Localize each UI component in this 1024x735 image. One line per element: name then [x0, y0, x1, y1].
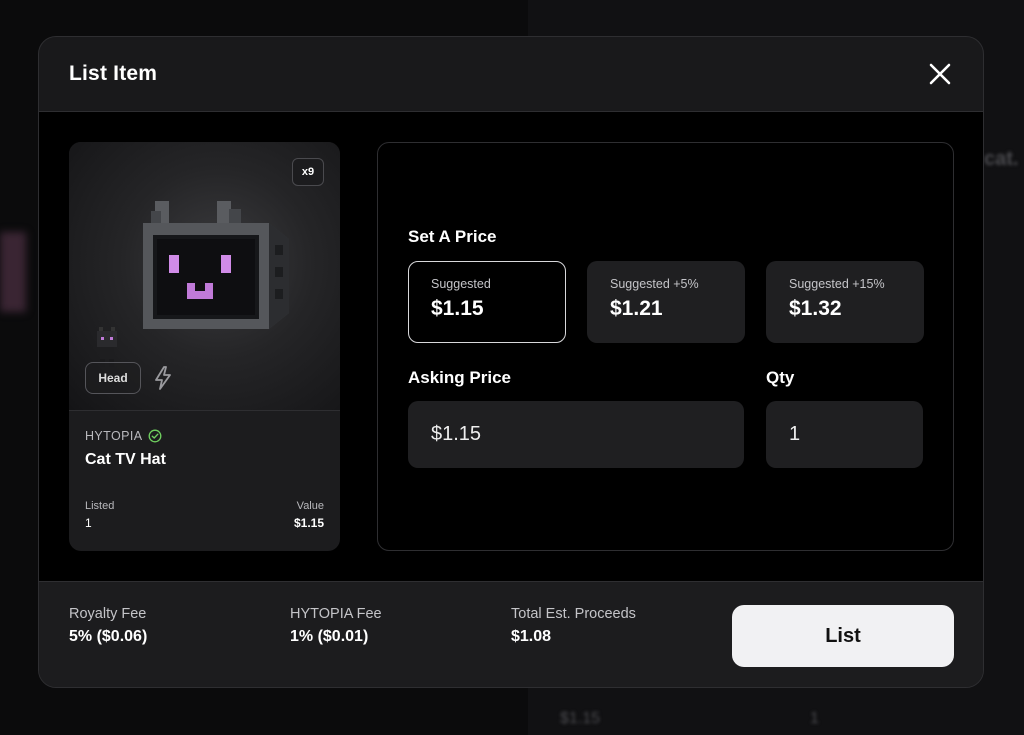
modal-footer: Royalty Fee 5% ($0.06) HYTOPIA Fee 1% ($… [39, 581, 983, 687]
royalty-fee: Royalty Fee 5% ($0.06) [69, 606, 147, 646]
price-panel: Set A Price Suggested $1.15 Suggested +5… [377, 142, 954, 551]
asking-price-label: Asking Price [408, 368, 511, 387]
item-card: x9 Head HYTOPIA Cat TV Hat Listed 1 Valu… [69, 142, 340, 551]
background-accent [0, 232, 26, 312]
background-text: 1 [810, 710, 819, 727]
platform-fee-label: HYTOPIA Fee [290, 606, 382, 622]
suggestion-price: $1.21 [610, 297, 663, 320]
total-proceeds-label: Total Est. Proceeds [511, 606, 636, 622]
value-stat: Value $1.15 [294, 500, 324, 530]
suggested-plus-5-button[interactable]: Suggested +5% $1.21 [587, 261, 745, 343]
suggestion-price: $1.32 [789, 297, 842, 320]
modal-title: List Item [69, 62, 158, 85]
royalty-fee-label: Royalty Fee [69, 606, 147, 622]
asking-price-input[interactable]: $1.15 [408, 401, 744, 468]
modal-header: List Item [39, 37, 983, 112]
brand-row: HYTOPIA [85, 429, 324, 443]
listed-label: Listed [85, 500, 115, 512]
suggestion-label: Suggested +5% [610, 277, 699, 291]
suggestion-price: $1.15 [431, 297, 484, 320]
suggested-plus-15-button[interactable]: Suggested +15% $1.32 [766, 261, 924, 343]
item-name: Cat TV Hat [85, 451, 166, 468]
verified-check-icon [149, 429, 162, 443]
value-amount: $1.15 [293, 516, 324, 530]
brand-name: HYTOPIA [85, 429, 143, 443]
listed-value: 1 [85, 516, 92, 530]
close-button[interactable] [925, 59, 955, 89]
total-proceeds: Total Est. Proceeds $1.08 [511, 606, 636, 646]
listed-stat: Listed 1 [85, 500, 114, 530]
character-preview-icon [97, 327, 117, 367]
list-button[interactable]: List [732, 605, 954, 667]
cat-tv-hat-image [143, 201, 289, 329]
item-image: x9 Head [69, 142, 340, 411]
platform-fee: HYTOPIA Fee 1% ($0.01) [290, 606, 382, 646]
royalty-fee-value: 5% ($0.06) [69, 628, 148, 645]
background-text: cat. [984, 148, 1019, 170]
modal-body: x9 Head HYTOPIA Cat TV Hat Listed 1 Valu… [39, 112, 983, 581]
close-icon [929, 63, 951, 85]
value-label: Value [296, 500, 324, 512]
suggestion-label: Suggested [431, 277, 491, 291]
quantity-input[interactable]: 1 [766, 401, 923, 468]
total-proceeds-value: $1.08 [511, 628, 552, 645]
item-info: HYTOPIA Cat TV Hat Listed 1 Value $1.15 [69, 411, 340, 530]
slot-badge: Head [85, 362, 141, 394]
lightning-bolt-icon [155, 366, 171, 390]
suggested-price-button[interactable]: Suggested $1.15 [408, 261, 566, 343]
platform-fee-value: 1% ($0.01) [290, 628, 369, 645]
quantity-badge: x9 [292, 158, 324, 186]
suggestion-label: Suggested +15% [789, 277, 885, 291]
set-price-heading: Set A Price [408, 227, 497, 246]
qty-label: Qty [766, 368, 795, 387]
list-item-modal: List Item x9 Head HYTOPIA Cat TV Hat Lis… [38, 36, 984, 688]
background-text: $1.15 [560, 710, 601, 727]
item-stats: Listed 1 Value $1.15 [85, 500, 324, 530]
